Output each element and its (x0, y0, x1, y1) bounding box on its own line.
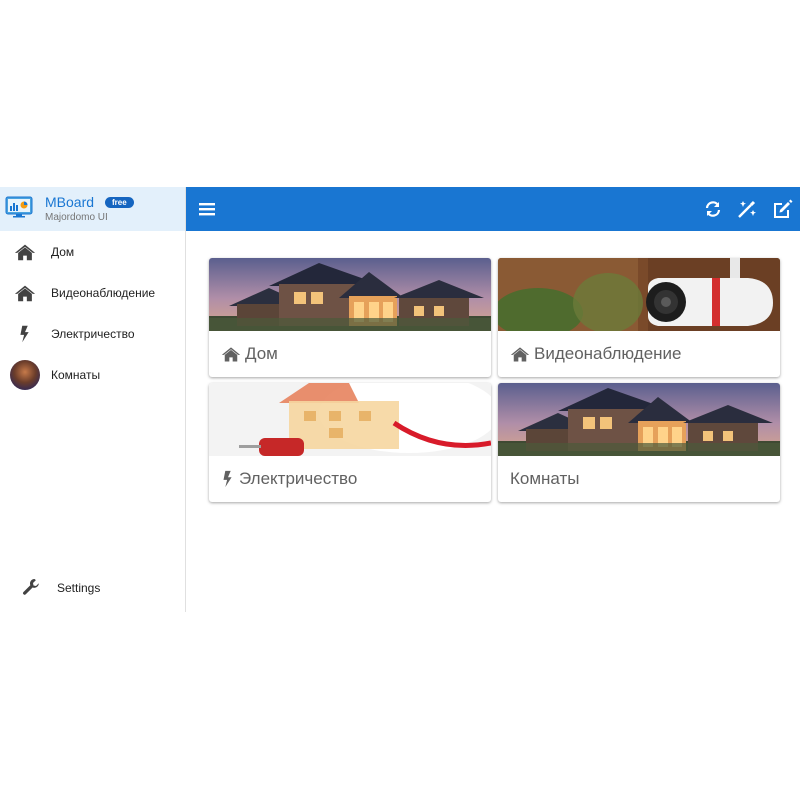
card-title: Электричество (221, 469, 357, 489)
bolt-icon (223, 470, 232, 488)
brand-badge: free (105, 197, 134, 208)
home-icon (221, 347, 241, 362)
card-title-text: Комнаты (510, 469, 580, 488)
magic-icon[interactable] (736, 198, 758, 220)
camera-photo (498, 258, 780, 331)
settings-item[interactable]: Settings (0, 567, 185, 607)
sidebar-item-dom[interactable]: Дом (0, 232, 185, 272)
sidebar-item-electricity[interactable]: Электричество (0, 314, 185, 354)
plug-photo (209, 383, 491, 456)
card-electricity[interactable]: Электричество (209, 383, 491, 502)
settings-label: Settings (57, 581, 101, 595)
app: MBoard free Majordomo UI Дом Видеонаблюд… (0, 187, 800, 612)
house-photo (498, 383, 780, 456)
sidebar-item-label: Электричество (51, 327, 135, 341)
sidebar-item-label: Дом (51, 245, 75, 259)
refresh-icon[interactable] (702, 198, 724, 220)
card-title: Комнаты (510, 469, 580, 489)
card-title: Дом (221, 344, 278, 364)
card-title-text: Видеонаблюдение (534, 344, 682, 363)
home-icon (14, 244, 36, 261)
avatar (10, 360, 40, 390)
card-rooms[interactable]: Комнаты (498, 383, 780, 502)
home-icon (510, 347, 530, 362)
brand-subtitle: Majordomo UI (45, 212, 108, 223)
card-title-text: Дом (245, 344, 278, 363)
brand-header[interactable]: MBoard free Majordomo UI (0, 187, 185, 231)
monitor-chart-logo-icon (5, 196, 33, 218)
sidebar-item-label: Видеонаблюдение (51, 286, 156, 300)
top-toolbar (186, 187, 800, 231)
sidebar-item-video[interactable]: Видеонаблюдение (0, 273, 185, 313)
card-video[interactable]: Видеонаблюдение (498, 258, 780, 377)
sidebar: MBoard free Majordomo UI Дом Видеонаблюд… (0, 187, 186, 612)
edit-icon[interactable] (771, 198, 793, 220)
home-icon (14, 285, 36, 302)
sidebar-item-label: Комнаты (51, 368, 101, 382)
house-photo (209, 258, 491, 331)
bolt-icon (20, 325, 29, 343)
card-title-text: Электричество (239, 469, 358, 488)
hamburger-icon[interactable] (197, 199, 217, 219)
card-dom[interactable]: Дом (209, 258, 491, 377)
card-title: Видеонаблюдение (510, 344, 682, 364)
wrench-icon (23, 578, 39, 595)
brand-name: MBoard (45, 194, 95, 210)
